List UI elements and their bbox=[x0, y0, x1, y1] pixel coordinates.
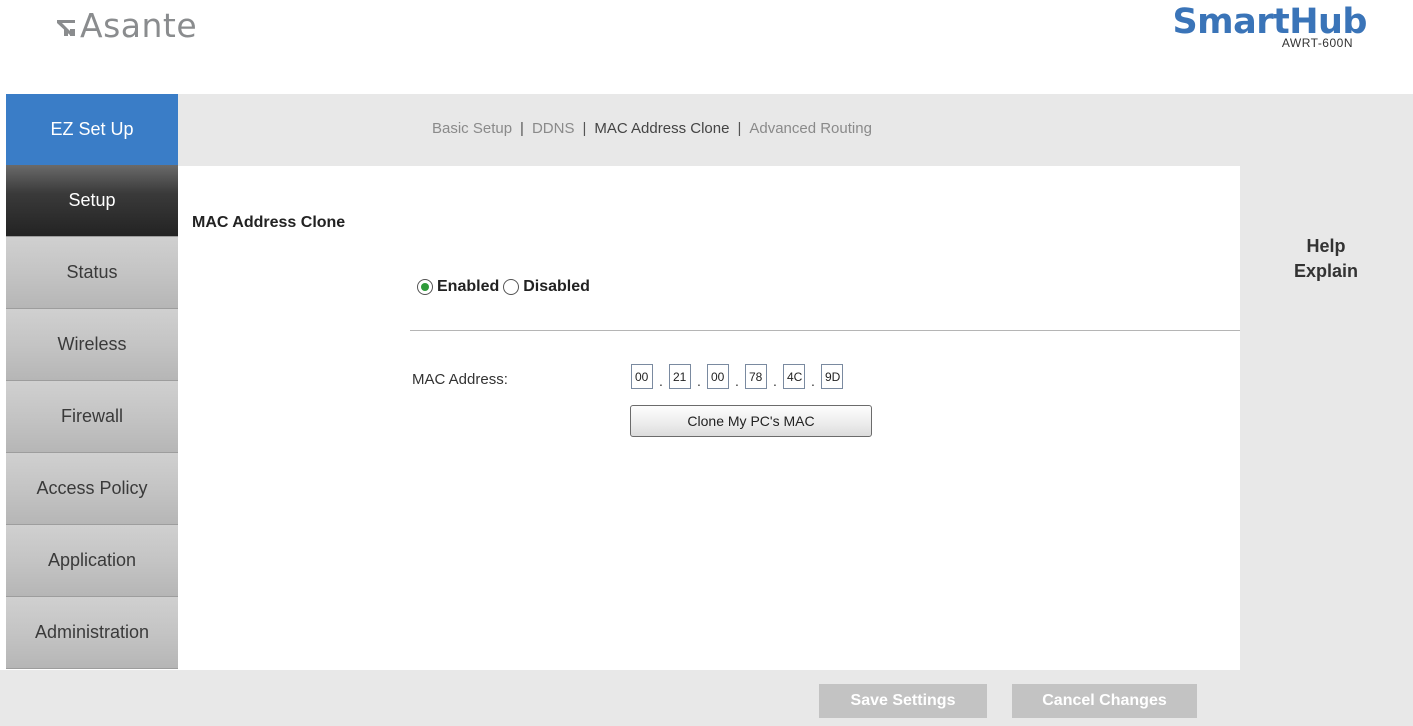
section-title: MAC Address Clone bbox=[192, 214, 346, 231]
mac-octet-6[interactable] bbox=[821, 364, 843, 389]
subnav-separator: | bbox=[582, 120, 587, 137]
mac-separator: . bbox=[697, 372, 701, 389]
sidebar-item-administration[interactable]: Administration bbox=[6, 597, 178, 669]
disabled-label[interactable]: Disabled bbox=[523, 278, 590, 296]
mac-address-fields: . . . . . bbox=[631, 364, 843, 389]
sidebar-item-firewall[interactable]: Firewall bbox=[6, 381, 178, 453]
product-name: SmartHub bbox=[1172, 2, 1367, 42]
help-title: Help bbox=[1306, 236, 1346, 256]
mac-address-label: MAC Address: bbox=[412, 371, 508, 388]
mac-octet-4[interactable] bbox=[745, 364, 767, 389]
header: Asante SmartHub AWRT-600N bbox=[0, 0, 1413, 94]
sidebar-item-status[interactable]: Status bbox=[6, 237, 178, 309]
save-settings-button[interactable]: Save Settings bbox=[819, 684, 987, 718]
mac-separator: . bbox=[811, 372, 815, 389]
product-logo: SmartHub AWRT-600N bbox=[1172, 4, 1367, 50]
subnav-separator: | bbox=[520, 120, 524, 137]
subnav-mac-address-clone[interactable]: MAC Address Clone bbox=[594, 120, 729, 137]
asante-mark-icon bbox=[56, 17, 78, 39]
mac-octet-3[interactable] bbox=[707, 364, 729, 389]
mac-octet-5[interactable] bbox=[783, 364, 805, 389]
sidebar-nav: EZ Set Up Setup Status Wireless Firewall… bbox=[6, 94, 178, 669]
mac-separator: . bbox=[659, 372, 663, 389]
footer-bar bbox=[0, 670, 1413, 726]
sidebar-item-ez-setup[interactable]: EZ Set Up bbox=[6, 94, 178, 165]
sidebar-item-access-policy[interactable]: Access Policy bbox=[6, 453, 178, 525]
subnav-basic-setup[interactable]: Basic Setup bbox=[432, 120, 512, 137]
subnav-advanced-routing[interactable]: Advanced Routing bbox=[749, 120, 872, 137]
disabled-radio[interactable] bbox=[503, 279, 520, 295]
help-explain[interactable]: Help Explain bbox=[1240, 234, 1412, 284]
divider bbox=[410, 330, 1240, 331]
subnav-separator: | bbox=[737, 120, 742, 137]
enabled-radio[interactable] bbox=[417, 279, 433, 295]
cancel-changes-button[interactable]: Cancel Changes bbox=[1012, 684, 1197, 718]
sidebar-item-setup[interactable]: Setup bbox=[6, 165, 178, 237]
brand-name: Asante bbox=[80, 6, 198, 45]
help-subtitle: Explain bbox=[1293, 261, 1359, 281]
clone-mac-button[interactable]: Clone My PC's MAC bbox=[630, 405, 872, 437]
mac-separator: . bbox=[735, 372, 739, 389]
enabled-label[interactable]: Enabled bbox=[437, 278, 499, 296]
subnav: Basic Setup | DDNS | MAC Address Clone | Advan… bbox=[432, 120, 872, 137]
mac-separator: . bbox=[773, 372, 777, 389]
mac-octet-2[interactable] bbox=[669, 364, 691, 389]
sidebar-item-wireless[interactable]: Wireless bbox=[6, 309, 178, 381]
sidebar-item-application[interactable]: Application bbox=[6, 525, 178, 597]
mac-octet-1[interactable] bbox=[631, 364, 653, 389]
asante-logo: Asante bbox=[56, 6, 197, 45]
subnav-ddns[interactable]: DDNS bbox=[532, 120, 575, 137]
clone-toggle: Enabled Disabled bbox=[417, 278, 594, 296]
